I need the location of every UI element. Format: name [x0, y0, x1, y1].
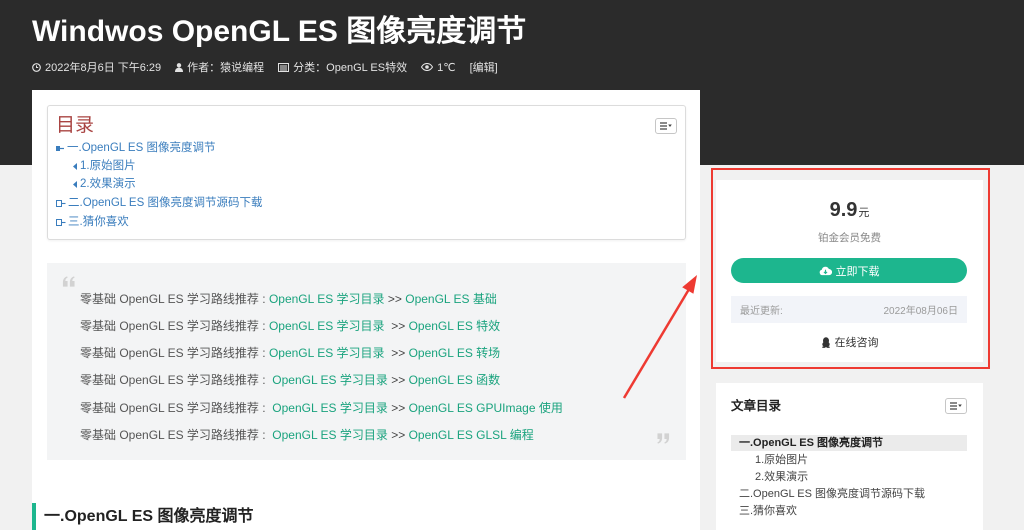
toc-title: 目录 — [56, 115, 95, 136]
quote-separator: >> — [384, 292, 406, 306]
toc-item[interactable]: 2.效果演示 — [72, 175, 136, 193]
toc-item-icon — [56, 145, 64, 151]
quote-separator: >> — [384, 346, 409, 360]
meta-date: 2022年8月6日 下午6:29 — [32, 59, 161, 75]
article-toc-item[interactable]: 2.效果演示 — [755, 469, 808, 485]
toc-box: 目录 一.OpenGL ES 图像亮度调节 1.原始图片 2.效果演示 二.Op… — [47, 105, 686, 240]
price-currency: 元 — [858, 207, 870, 219]
toc-item-label: 1.原始图片 — [80, 160, 136, 172]
learning-topic-link[interactable]: OpenGL ES 函数 — [409, 373, 501, 387]
learning-catalog-link[interactable]: OpenGL ES 学习目录 — [272, 373, 388, 387]
quote-line: 零基础 OpenGL ES 学习路线推荐 : OpenGL ES 学习目录 >>… — [80, 291, 497, 307]
quote-separator: >> — [387, 373, 409, 387]
toc-item[interactable]: 三.猜你喜欢 — [56, 213, 129, 231]
list-toggle-icon — [660, 122, 672, 130]
toc-subitem-icon — [73, 162, 77, 170]
list-toggle-icon — [950, 402, 962, 410]
learning-path-quote: 零基础 OpenGL ES 学习路线推荐 : OpenGL ES 学习目录 >>… — [47, 263, 686, 460]
article-toc-item[interactable]: 二.OpenGL ES 图像亮度调节源码下载 — [739, 486, 925, 502]
section-heading: 一.OpenGL ES 图像亮度调节 — [44, 508, 254, 525]
price: 9.9元 — [716, 198, 983, 225]
quote-line: 零基础 OpenGL ES 学习路线推荐 : OpenGL ES 学习目录 >>… — [80, 372, 500, 388]
quote-line-prefix: 零基础 OpenGL ES 学习路线推荐 : — [80, 401, 273, 415]
article-toc-title: 文章目录 — [731, 399, 782, 413]
learning-topic-link[interactable]: OpenGL ES GPUImage 使用 — [409, 401, 563, 415]
cloud-download-icon — [819, 266, 832, 275]
updated-value: 2022年08月06日 — [883, 306, 959, 317]
learning-catalog-link[interactable]: OpenGL ES 学习目录 — [269, 292, 385, 306]
article-toc-item-active[interactable]: 一.OpenGL ES 图像亮度调节 — [731, 435, 967, 451]
price-amount: 9.9 — [829, 199, 858, 221]
learning-topic-link[interactable]: OpenGL ES GLSL 编程 — [409, 428, 534, 442]
toc-item-label: 2.效果演示 — [80, 178, 136, 190]
download-button[interactable]: 立即下载 — [731, 258, 967, 283]
meta-author[interactable]: 作者：猿说编程 — [175, 59, 264, 75]
article-title: Windwos OpenGL ES 图像亮度调节 — [32, 15, 527, 48]
toc-item[interactable]: 二.OpenGL ES 图像亮度调节源码下载 — [56, 194, 262, 212]
toc-item[interactable]: 1.原始图片 — [72, 157, 136, 175]
quote-line-prefix: 零基础 OpenGL ES 学习路线推荐 : — [80, 428, 273, 442]
toc-item-label: 二.OpenGL ES 图像亮度调节源码下载 — [68, 197, 263, 209]
toc-item-label: 一.OpenGL ES 图像亮度调节 — [67, 142, 216, 154]
article-card: 目录 一.OpenGL ES 图像亮度调节 1.原始图片 2.效果演示 二.Op… — [32, 90, 700, 530]
toc-item-icon — [56, 218, 66, 226]
quote-line: 零基础 OpenGL ES 学习路线推荐 : OpenGL ES 学习目录 >>… — [80, 400, 563, 416]
quote-separator: >> — [387, 401, 409, 415]
quote-line-prefix: 零基础 OpenGL ES 学习路线推荐 : — [80, 292, 269, 306]
eye-icon — [421, 63, 434, 71]
online-consult-link[interactable]: 在线咨询 — [716, 335, 983, 349]
quote-line: 零基础 OpenGL ES 学习路线推荐 : OpenGL ES 学习目录 >>… — [80, 427, 534, 443]
learning-catalog-link[interactable]: OpenGL ES 学习目录 — [269, 319, 385, 333]
edit-link[interactable]: [编辑] — [470, 59, 498, 75]
meta-views-text: 1℃ — [437, 61, 456, 74]
learning-catalog-link[interactable]: OpenGL ES 学习目录 — [272, 428, 388, 442]
online-consult-label: 在线咨询 — [834, 337, 879, 349]
quote-close-icon — [657, 433, 670, 444]
toc-item[interactable]: 一.OpenGL ES 图像亮度调节 — [56, 139, 215, 157]
meta-category[interactable]: 分类：OpenGL ES特效 — [278, 59, 407, 75]
quote-separator: >> — [387, 428, 409, 442]
quote-line-prefix: 零基础 OpenGL ES 学习路线推荐 : — [80, 319, 269, 333]
toc-item-label: 三.猜你喜欢 — [68, 216, 129, 228]
quote-line: 零基础 OpenGL ES 学习路线推荐 : OpenGL ES 学习目录 >>… — [80, 345, 500, 361]
learning-topic-link[interactable]: OpenGL ES 特效 — [409, 319, 501, 333]
article-toc-item[interactable]: 1.原始图片 — [755, 452, 808, 468]
toc-item-icon — [56, 199, 66, 207]
quote-separator: >> — [384, 319, 409, 333]
learning-catalog-link[interactable]: OpenGL ES 学习目录 — [269, 346, 385, 360]
user-icon — [175, 62, 184, 72]
toc-subitem-icon — [73, 180, 77, 188]
qq-penguin-icon — [821, 336, 830, 348]
member-free-note: 铂金会员免费 — [818, 232, 881, 244]
quote-line-prefix: 零基础 OpenGL ES 学习路线推荐 : — [80, 346, 269, 360]
download-card: 9.9元 铂金会员免费 立即下载 最近更新: 2022年08月06日 在线咨询 — [716, 180, 983, 362]
learning-topic-link[interactable]: OpenGL ES 基础 — [405, 292, 497, 306]
article-toc-item[interactable]: 三.猜你喜欢 — [739, 503, 797, 519]
article-toc-card: 文章目录 一.OpenGL ES 图像亮度调节 1.原始图片 2.效果演示 二.… — [716, 383, 983, 530]
toc-toggle-button[interactable] — [655, 118, 677, 134]
learning-topic-link[interactable]: OpenGL ES 转场 — [409, 346, 501, 360]
quote-line-prefix: 零基础 OpenGL ES 学习路线推荐 : — [80, 373, 273, 387]
article-toc-toggle-button[interactable] — [945, 398, 967, 414]
meta-author-text: 作者：猿说编程 — [187, 62, 265, 74]
meta-date-text: 2022年8月6日 下午6:29 — [45, 62, 162, 74]
update-info-row: 最近更新: 2022年08月06日 — [731, 296, 967, 323]
learning-catalog-link[interactable]: OpenGL ES 学习目录 — [272, 401, 388, 415]
category-icon — [278, 62, 290, 72]
updated-label: 最近更新: — [740, 306, 783, 317]
article-meta: 2022年8月6日 下午6:29 作者：猿说编程 分类：OpenGL ES特效 … — [32, 60, 498, 74]
quote-line: 零基础 OpenGL ES 学习路线推荐 : OpenGL ES 学习目录 >>… — [80, 318, 500, 334]
section-heading-bar — [32, 503, 36, 530]
clock-icon — [32, 62, 41, 72]
download-button-label: 立即下载 — [835, 265, 880, 278]
meta-views: 1℃ — [421, 61, 456, 74]
meta-category-text: 分类：OpenGL ES特效 — [293, 62, 408, 74]
quote-open-icon — [62, 276, 75, 287]
